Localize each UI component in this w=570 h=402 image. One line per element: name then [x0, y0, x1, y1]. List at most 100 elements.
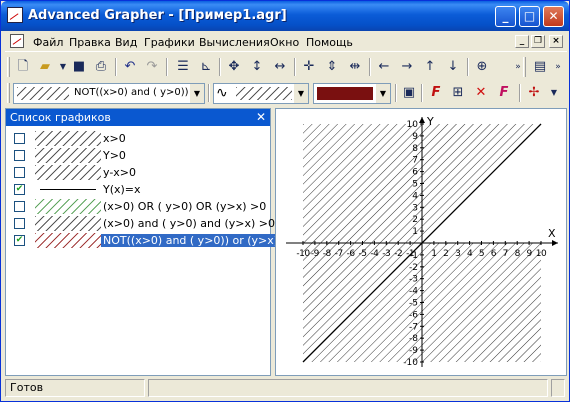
visibility-checkbox[interactable] [14, 167, 25, 178]
x-tick-label: 10 [536, 249, 547, 259]
arrow-right-icon[interactable]: → [398, 58, 416, 76]
save-icon[interactable]: ■ [70, 58, 88, 76]
x-axis-label: X [548, 227, 556, 240]
hatch-swatch [35, 199, 101, 214]
move-all-icon[interactable]: ✥ [225, 58, 243, 76]
x-axis-arrow [552, 240, 558, 246]
graph-combo-value: NOT((x>0) and ( y>0)) [74, 87, 188, 98]
list-item[interactable]: (x>0) and ( y>0) and (y>x) >0 [6, 215, 275, 232]
list-item[interactable]: ✔ NOT((x>0) and ( y>0)) or (y>x) >0 [6, 232, 300, 249]
visibility-checkbox[interactable] [14, 201, 25, 212]
list-item[interactable]: x>0 [6, 130, 270, 147]
hatch-swatch [35, 233, 101, 248]
list-item[interactable]: y-x>0 [6, 164, 270, 181]
title-bar[interactable]: Advanced Grapher - [Пример1.agr] _ □ ✕ [1, 1, 569, 31]
zoom-vertical-icon[interactable]: ⇕ [323, 58, 341, 76]
chevron-down-icon[interactable]: ▼ [545, 84, 563, 102]
axes-icon[interactable]: ⊾ [197, 58, 215, 76]
graph-label: Y(x)=x [103, 183, 141, 196]
graph-label: (x>0) and ( y>0) and (y>x) >0 [103, 217, 276, 230]
menu-graphs[interactable]: Графики [144, 36, 195, 49]
visibility-checkbox[interactable] [14, 133, 25, 144]
y-tick-label: 1 [412, 227, 418, 237]
crosshair-icon[interactable]: ⊕ [473, 58, 491, 76]
visibility-checkbox[interactable] [14, 150, 25, 161]
properties-icon[interactable]: ▣ [400, 84, 418, 102]
x-tick-label: 4 [467, 249, 473, 259]
y-tick-label: -8 [409, 334, 418, 344]
add-table-icon[interactable]: ⊞ [449, 84, 467, 102]
menu-calculations[interactable]: Вычисления [199, 36, 270, 49]
mdi-minimize-button[interactable]: _ [515, 35, 529, 48]
zoom-in-icon[interactable]: ✛ [300, 58, 318, 76]
graph-label: Y>0 [103, 149, 126, 162]
arrow-left-icon[interactable]: ← [375, 58, 393, 76]
y-tick-label: -4 [409, 287, 418, 297]
mdi-restore-button[interactable]: ❐ [531, 35, 545, 48]
x-tick-label: -10 [296, 249, 310, 259]
trace-icon[interactable]: ✢ [525, 84, 543, 102]
panel-icon[interactable]: ▤ [531, 58, 549, 76]
graph-canvas[interactable]: XY -10 -9 -8 -7 -6 -5 -4 -3 -2 -1 1 2 3 4 5 6 7 8 9 10 10 9 8 7… [275, 108, 567, 376]
menu-window[interactable]: Окно [270, 36, 299, 49]
menu-edit[interactable]: Правка [69, 36, 111, 49]
document-icon[interactable] [10, 34, 24, 48]
function-icon[interactable]: F [495, 84, 513, 102]
maximize-button[interactable]: □ [519, 6, 540, 27]
delete-graph-icon[interactable]: ✕ [472, 84, 490, 102]
move-horizontal-icon[interactable]: ↔ [271, 58, 289, 76]
hatch-pattern-icon [236, 87, 292, 100]
menu-file[interactable]: Файл [33, 36, 63, 49]
resize-grip[interactable] [551, 379, 565, 397]
arrow-down-icon[interactable]: ↓ [444, 58, 462, 76]
new-file-icon[interactable]: 🗋 [14, 58, 32, 76]
menu-view[interactable]: Вид [115, 36, 137, 49]
y-tick-label: 9 [412, 132, 418, 142]
line-style-combo[interactable]: ∿ ▼ [213, 83, 309, 104]
hatch-swatch [35, 131, 101, 146]
move-vertical-icon[interactable]: ↕ [248, 58, 266, 76]
open-folder-icon[interactable]: ▰ [36, 58, 54, 76]
y-tick-label: 4 [412, 191, 418, 201]
visibility-checkbox[interactable] [14, 218, 25, 229]
hatch-swatch [17, 87, 69, 100]
chevron-down-icon[interactable]: ▼ [376, 84, 390, 103]
y-tick-label: -7 [409, 322, 418, 332]
chevron-down-icon[interactable]: ▼ [190, 84, 204, 103]
app-window: Advanced Grapher - [Пример1.agr] _ □ ✕ Ф… [0, 0, 570, 402]
list-item[interactable]: Y>0 [6, 147, 270, 164]
list-item[interactable]: ✔ Y(x)=x [6, 181, 270, 198]
list-item[interactable]: (x>0) OR ( y>0) OR (y>x) >0 [6, 198, 270, 215]
undo-icon[interactable]: ↶ [121, 58, 139, 76]
x-tick-label: 5 [479, 249, 484, 259]
mdi-close-button[interactable]: × [549, 35, 563, 48]
x-tick-label: 1 [431, 249, 436, 259]
y-tick-label: -5 [409, 299, 418, 309]
chevron-more-icon[interactable]: » [549, 58, 567, 76]
toolbar-grip[interactable] [7, 57, 10, 77]
x-tick-label: 8 [515, 249, 521, 259]
x-tick-label: 2 [443, 249, 448, 259]
graph-select-combo[interactable]: NOT((x>0) and ( y>0)) ▼ [13, 83, 205, 104]
color-combo[interactable]: ▼ [313, 83, 391, 104]
app-icon[interactable] [7, 7, 23, 23]
menu-help[interactable]: Помощь [306, 36, 353, 49]
x-tick-label: -8 [323, 249, 332, 259]
plot-svg[interactable]: XY -10 -9 -8 -7 -6 -5 -4 -3 -2 -1 1 2 3 4 5 6 7 8 9 1010987… [276, 109, 567, 376]
graph-list-icon[interactable]: ☰ [174, 58, 192, 76]
graph-label: y-x>0 [103, 166, 137, 179]
close-icon[interactable]: ✕ [256, 109, 266, 126]
visibility-checkbox[interactable]: ✔ [14, 184, 25, 195]
y-tick-label: 10 [407, 120, 419, 130]
arrow-up-icon[interactable]: ↑ [421, 58, 439, 76]
add-function-icon[interactable]: F [427, 84, 445, 102]
y-tick-label: 6 [412, 168, 418, 178]
print-icon[interactable]: ⎙ [92, 58, 110, 76]
zoom-horizontal-icon[interactable]: ⇹ [346, 58, 364, 76]
chevron-down-icon[interactable]: ▼ [294, 84, 308, 103]
graph-label: (x>0) OR ( y>0) OR (y>x) >0 [103, 200, 267, 213]
y-axis-arrow [419, 117, 425, 123]
visibility-checkbox[interactable]: ✔ [14, 235, 25, 246]
minimize-button[interactable]: _ [495, 6, 516, 27]
close-button[interactable]: ✕ [543, 6, 564, 27]
